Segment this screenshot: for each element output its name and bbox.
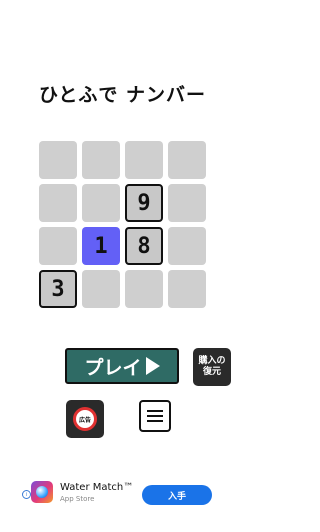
no-ads-icon: 広告 xyxy=(73,407,97,431)
app-icon xyxy=(31,481,53,503)
play-arrow-icon xyxy=(145,357,160,375)
grid-cell-empty[interactable] xyxy=(39,141,77,179)
grid-cell-empty[interactable] xyxy=(168,227,206,265)
restore-purchase-button[interactable]: 購入の 復元 xyxy=(193,348,231,386)
play-button[interactable]: プレイ xyxy=(65,348,179,384)
grid-cell-1[interactable]: 1 xyxy=(82,227,120,265)
menu-icon xyxy=(147,410,163,412)
grid-cell-empty[interactable] xyxy=(125,270,163,308)
grid-cell-empty[interactable] xyxy=(82,184,120,222)
install-button[interactable]: 入手 xyxy=(142,485,212,505)
puzzle-grid: 918 3 xyxy=(39,141,206,308)
menu-button[interactable] xyxy=(139,400,171,432)
play-label: プレイ xyxy=(84,356,142,379)
grid-cell-empty[interactable] xyxy=(39,227,77,265)
grid-cell-empty[interactable] xyxy=(168,270,206,308)
grid-cell-3[interactable]: 3 xyxy=(39,270,77,308)
game-title: ひとふで ナンバー xyxy=(38,84,207,106)
grid-cell-empty[interactable] xyxy=(168,141,206,179)
grid-cell-8[interactable]: 8 xyxy=(125,227,163,265)
remove-ads-button[interactable]: 広告 xyxy=(66,400,104,438)
grid-cell-empty[interactable] xyxy=(168,184,206,222)
restore-label-line1: 購入の xyxy=(198,356,226,366)
ad-label: 広告 xyxy=(78,416,91,424)
grid-cell-empty[interactable] xyxy=(82,270,120,308)
grid-cell-empty[interactable] xyxy=(39,184,77,222)
ad-app-name: Water Match™ xyxy=(60,482,134,493)
grid-cell-9[interactable]: 9 xyxy=(125,184,163,222)
ad-store-label: App Store xyxy=(60,495,95,503)
ad-banner[interactable]: i Water Match™ App Store 入手 xyxy=(0,478,245,516)
grid-cell-empty[interactable] xyxy=(82,141,120,179)
info-icon[interactable]: i xyxy=(22,490,31,499)
restore-label-line2: 復元 xyxy=(202,367,221,377)
grid-cell-empty[interactable] xyxy=(125,141,163,179)
